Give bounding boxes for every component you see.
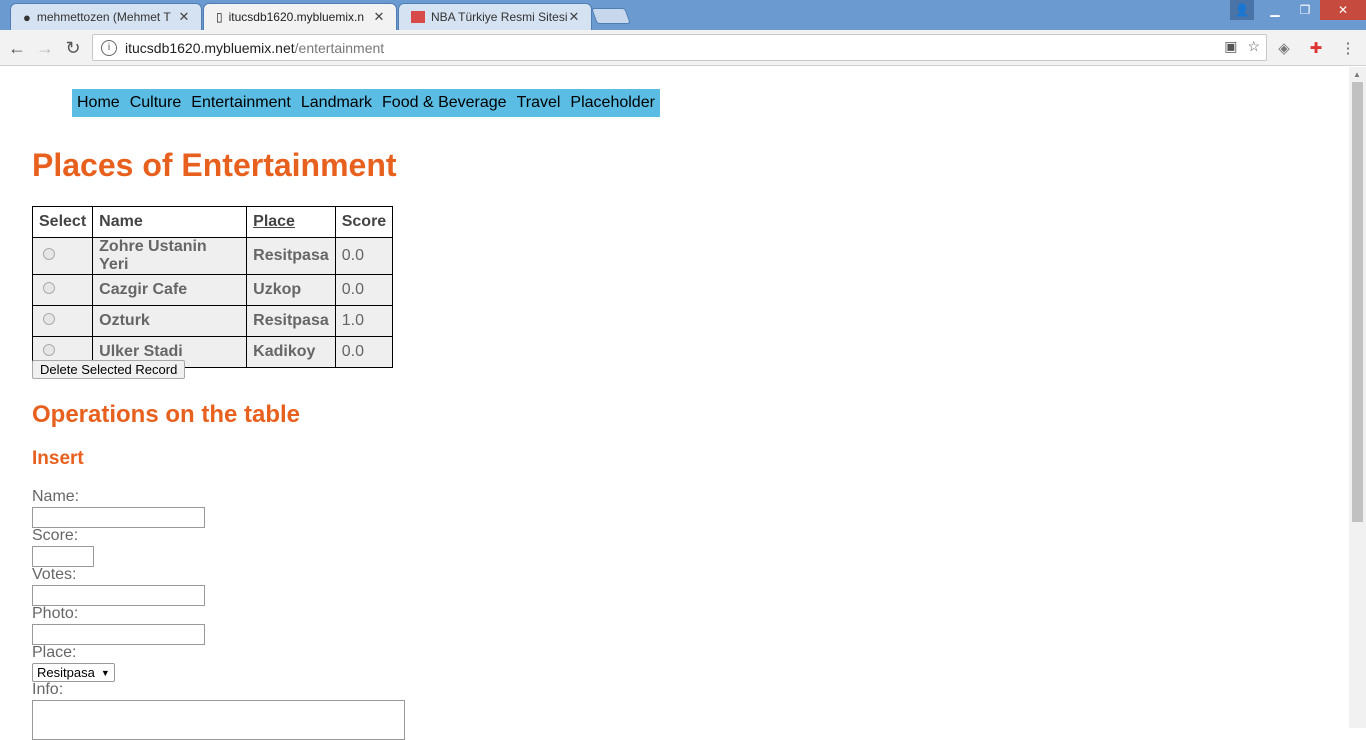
places-table: Select Name Place Score Zohre Ustanin Ye… <box>31 206 394 368</box>
name-cell: Zohre Ustanin Yeri <box>92 237 248 275</box>
nav-home[interactable]: Home <box>77 94 120 112</box>
window-controls: 👤 ▁ ❐ ✕ <box>1230 0 1366 20</box>
select-radio[interactable] <box>43 248 55 260</box>
page-icon: ▯ <box>216 10 223 24</box>
nav-landmark[interactable]: Landmark <box>301 94 372 112</box>
select-radio[interactable] <box>43 313 55 325</box>
site-nav: Home Culture Entertainment Landmark Food… <box>72 89 660 117</box>
close-icon[interactable]: ✕ <box>177 9 191 25</box>
votes-field[interactable] <box>32 585 205 606</box>
name-cell: Ozturk <box>92 305 248 337</box>
nav-entertainment[interactable]: Entertainment <box>191 94 291 112</box>
select-cell <box>31 237 94 275</box>
tab-title: NBA Türkiye Resmi Sitesi <box>431 10 567 24</box>
name-label: Name: <box>32 488 80 505</box>
close-icon[interactable]: ✕ <box>372 9 386 25</box>
page-scrollbar[interactable]: ▲ <box>1349 67 1366 728</box>
extension-icon[interactable]: ◈ <box>1273 37 1295 59</box>
scrollbar-thumb[interactable] <box>1352 82 1363 522</box>
nav-placeholder[interactable]: Placeholder <box>570 94 655 112</box>
score-cell: 1.0 <box>334 305 394 337</box>
browser-tab-github[interactable]: ● mehmettozen (Mehmet T ✕ <box>10 3 202 30</box>
info-icon[interactable]: i <box>101 39 117 56</box>
close-icon[interactable]: ✕ <box>567 9 581 25</box>
reload-icon[interactable]: ↻ <box>62 37 84 59</box>
table-row: Cazgir Cafe Uzkop 0.0 <box>31 274 394 306</box>
delete-selected-button[interactable]: Delete Selected Record <box>32 360 186 379</box>
new-tab-button[interactable] <box>591 8 631 24</box>
operations-heading: Operations on the table <box>32 401 301 428</box>
restore-icon[interactable]: ❐ <box>1290 0 1320 20</box>
select-cell <box>31 274 94 306</box>
browser-toolbar: ← → ↻ i itucsdb1620.mybluemix.net/entert… <box>0 30 1366 66</box>
page-content: Home Culture Entertainment Landmark Food… <box>0 67 1349 740</box>
translate-icon[interactable]: ▣ <box>1224 38 1237 55</box>
chevron-down-icon: ▼ <box>100 667 110 678</box>
url-path: /entertainment <box>294 39 385 56</box>
url-host: itucsdb1620.mybluemix.net <box>125 39 295 56</box>
name-cell: Cazgir Cafe <box>92 274 248 306</box>
info-label: Info: <box>32 681 64 698</box>
table-row: Zohre Ustanin Yeri Resitpasa 0.0 <box>31 237 394 275</box>
score-cell: 0.0 <box>334 237 394 275</box>
place-cell: Uzkop <box>246 274 336 306</box>
score-cell: 0.0 <box>334 336 394 368</box>
window-close-icon[interactable]: ✕ <box>1320 0 1366 20</box>
score-cell: 0.0 <box>334 274 394 306</box>
select-radio[interactable] <box>43 282 55 294</box>
place-cell: Resitpasa <box>246 237 336 275</box>
address-bar[interactable]: i itucsdb1620.mybluemix.net/entertainmen… <box>92 34 1267 61</box>
info-textarea[interactable] <box>32 700 405 740</box>
place-cell: Kadikoy <box>246 336 336 368</box>
table-row: Ozturk Resitpasa 1.0 <box>31 305 394 337</box>
tab-title: mehmettozen (Mehmet T <box>36 10 171 24</box>
place-cell: Resitpasa <box>246 305 336 337</box>
header-name: Name <box>92 206 248 238</box>
photo-label: Photo: <box>32 605 79 622</box>
extension-red-icon[interactable]: ✚ <box>1305 37 1327 59</box>
github-icon: ● <box>23 9 31 25</box>
header-place[interactable]: Place <box>246 206 336 238</box>
bookmark-star-icon[interactable]: ☆ <box>1247 38 1260 55</box>
forward-icon[interactable]: → <box>34 37 56 59</box>
scroll-up-icon[interactable]: ▲ <box>1353 70 1361 79</box>
name-field[interactable] <box>32 507 205 528</box>
place-select-value: Resitpasa <box>37 665 95 680</box>
select-cell <box>31 305 94 337</box>
header-select: Select <box>31 206 94 238</box>
browser-tab-active[interactable]: ▯ itucsdb1620.mybluemix.n ✕ <box>203 3 397 30</box>
tab-title: itucsdb1620.mybluemix.n <box>228 10 365 24</box>
browser-tab-strip: ● mehmettozen (Mehmet T ✕ ▯ itucsdb1620.… <box>0 0 1366 30</box>
place-label: Place: <box>32 644 77 661</box>
nav-food-beverage[interactable]: Food & Beverage <box>382 94 507 112</box>
photo-field[interactable] <box>32 624 205 645</box>
header-score: Score <box>334 206 394 238</box>
score-field[interactable] <box>32 546 94 567</box>
header-place-label[interactable]: Place <box>253 213 295 230</box>
score-label: Score: <box>32 527 79 544</box>
votes-label: Votes: <box>32 566 77 583</box>
insert-heading: Insert <box>32 448 84 469</box>
nav-travel[interactable]: Travel <box>517 94 561 112</box>
browser-tab-nba[interactable]: NBA Türkiye Resmi Sitesi ✕ <box>398 3 592 30</box>
nav-culture[interactable]: Culture <box>130 94 182 112</box>
select-radio[interactable] <box>43 344 55 356</box>
page-title: Places of Entertainment <box>32 147 397 183</box>
table-header-row: Select Name Place Score <box>31 206 394 238</box>
nba-icon <box>411 11 425 23</box>
place-select[interactable]: Resitpasa ▼ <box>32 663 115 682</box>
user-profile-icon[interactable]: 👤 <box>1230 0 1254 20</box>
menu-dots-icon[interactable]: ⋮ <box>1337 37 1359 59</box>
back-icon[interactable]: ← <box>6 37 28 59</box>
minimize-icon[interactable]: ▁ <box>1260 0 1290 20</box>
